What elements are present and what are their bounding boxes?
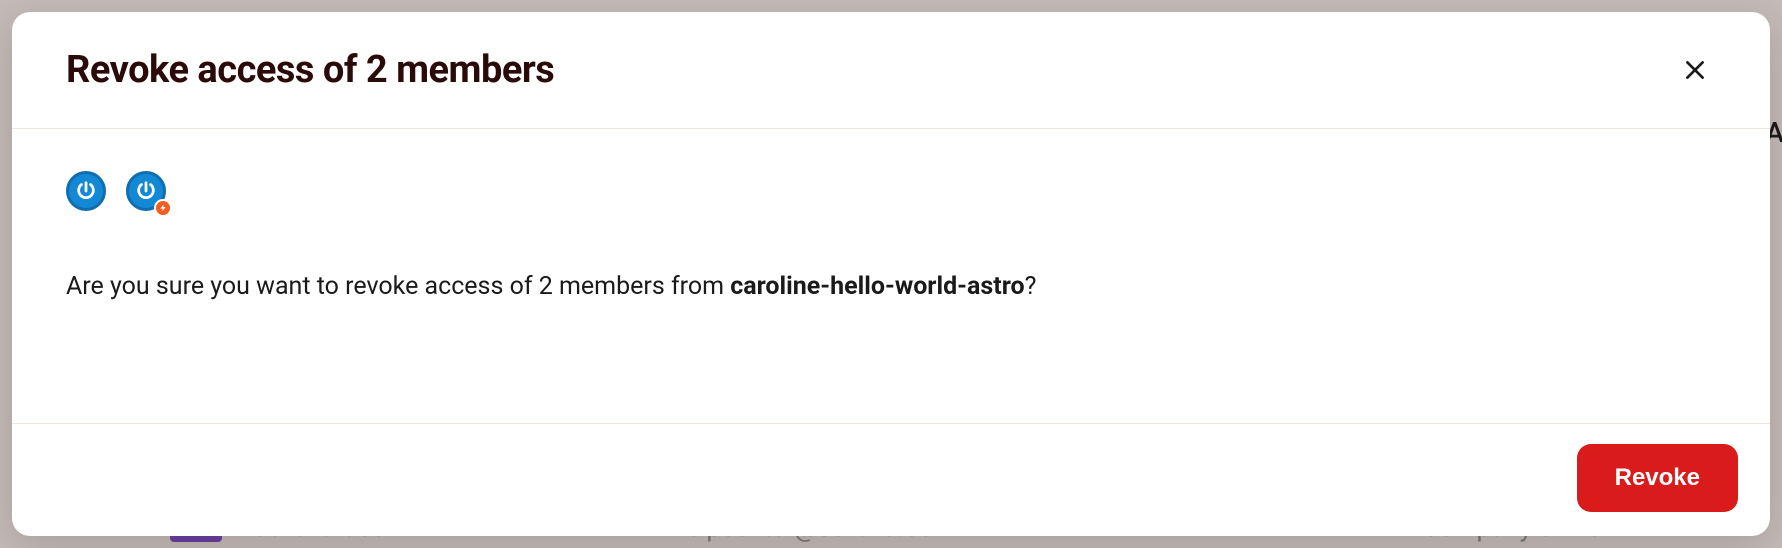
revoke-button[interactable]: Revoke	[1577, 444, 1738, 512]
member-avatar	[66, 171, 106, 211]
gravatar-icon	[66, 171, 106, 211]
revoke-access-modal: Revoke access of 2 members	[12, 12, 1770, 536]
confirm-prefix: Are you sure you want to revoke access o…	[66, 272, 730, 301]
modal-header: Revoke access of 2 members	[12, 12, 1770, 129]
close-button[interactable]	[1674, 49, 1716, 91]
bolt-badge-icon	[154, 199, 172, 217]
confirm-suffix: ?	[1025, 272, 1037, 301]
modal-title: Revoke access of 2 members	[66, 48, 554, 92]
member-avatar	[126, 171, 166, 211]
resource-name: caroline-hello-world-astro	[730, 272, 1024, 301]
modal-body: Are you sure you want to revoke access o…	[12, 129, 1770, 424]
confirm-message: Are you sure you want to revoke access o…	[66, 269, 1716, 304]
modal-backdrop: Revoke access of 2 members	[0, 0, 1782, 548]
close-icon	[1682, 57, 1708, 83]
avatar-list	[66, 171, 1716, 211]
modal-footer: Revoke	[12, 424, 1770, 536]
